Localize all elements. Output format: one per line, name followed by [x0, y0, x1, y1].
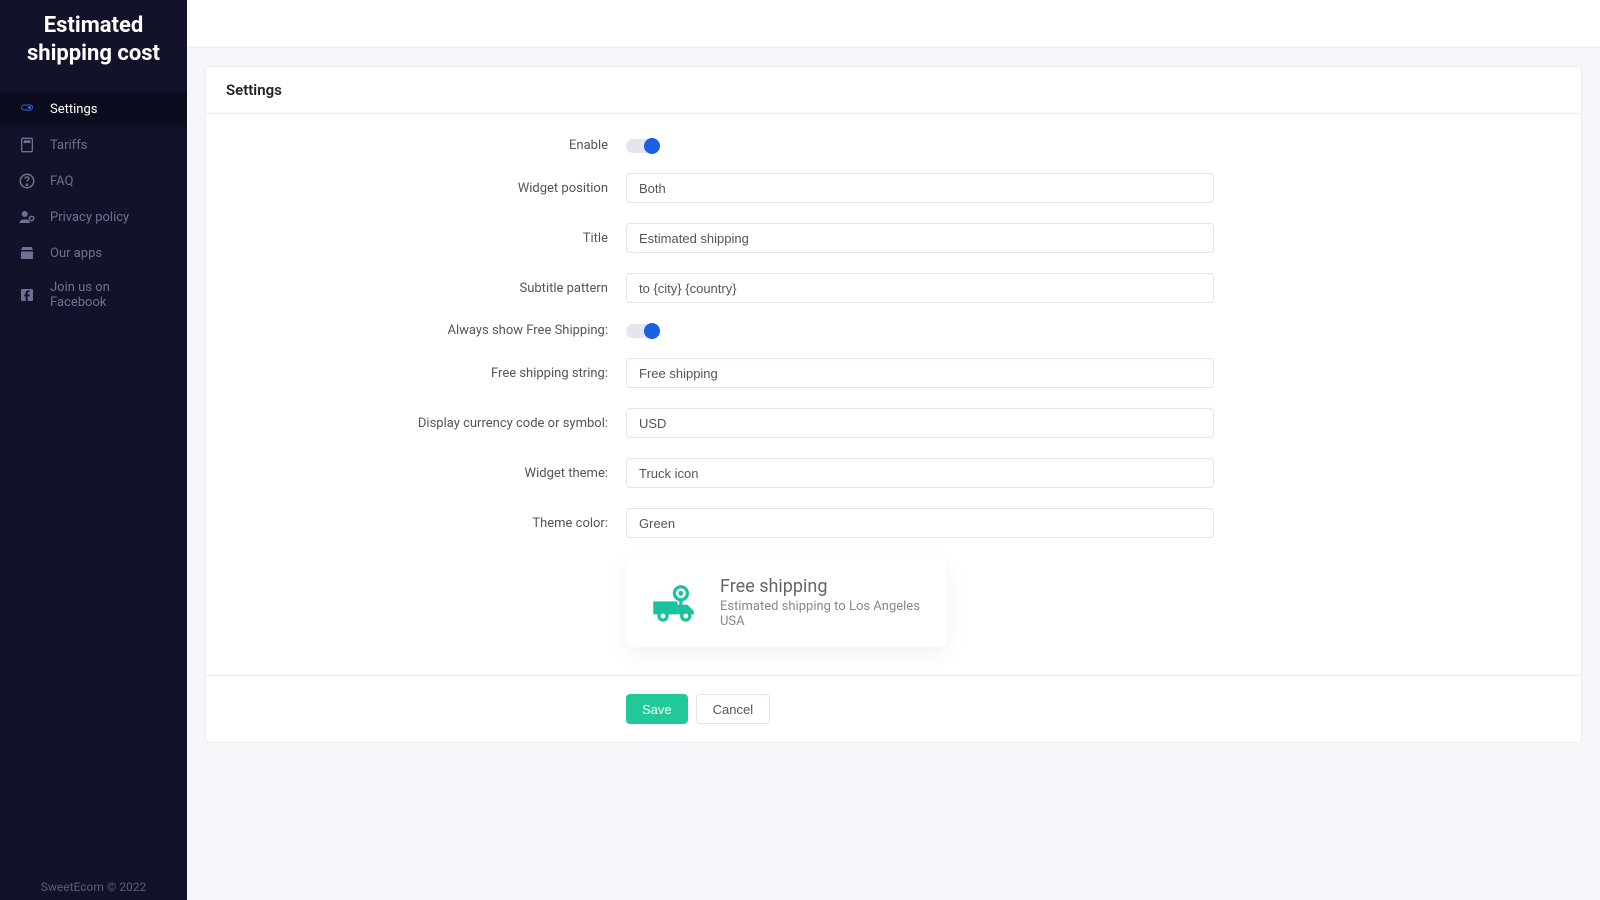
row-enable: Enable	[226, 138, 1561, 153]
form: Enable Widget position Title Subtitle pa…	[206, 114, 1581, 675]
cancel-button[interactable]: Cancel	[696, 694, 770, 724]
always-free-toggle[interactable]	[626, 324, 656, 338]
row-free-string: Free shipping string:	[226, 358, 1561, 388]
sidebar-item-tariffs[interactable]: Tariffs	[0, 127, 187, 163]
title-input[interactable]	[626, 223, 1214, 253]
card-footer: Save Cancel	[206, 675, 1581, 742]
sidebar-item-label: Join us on Facebook	[50, 280, 169, 310]
sidebar-item-label: Settings	[50, 102, 97, 117]
sidebar-item-apps[interactable]: Our apps	[0, 235, 187, 271]
title-label: Title	[226, 231, 626, 246]
subtitle-input[interactable]	[626, 273, 1214, 303]
app-title: Estimated shipping cost	[0, 0, 187, 91]
color-label: Theme color:	[226, 516, 626, 531]
row-title: Title	[226, 223, 1561, 253]
sidebar: Estimated shipping cost Settings Tariffs…	[0, 0, 187, 900]
preview-subtitle: Estimated shipping to Los Angeles USA	[720, 599, 922, 629]
sidebar-footer: SweetEcom © 2022	[0, 880, 187, 894]
color-input[interactable]	[626, 508, 1214, 538]
save-button[interactable]: Save	[626, 694, 688, 724]
row-widget-position: Widget position	[226, 173, 1561, 203]
free-string-input[interactable]	[626, 358, 1214, 388]
subtitle-label: Subtitle pattern	[226, 281, 626, 296]
settings-card: Settings Enable Widget position Title Su…	[205, 66, 1582, 743]
apps-icon	[18, 244, 36, 262]
enable-label: Enable	[226, 138, 626, 153]
sidebar-item-label: Our apps	[50, 246, 102, 261]
enable-toggle[interactable]	[626, 139, 656, 153]
sidebar-item-settings[interactable]: Settings	[0, 91, 187, 127]
row-theme: Widget theme:	[226, 458, 1561, 488]
always-free-label: Always show Free Shipping:	[226, 323, 626, 338]
topbar	[187, 0, 1600, 48]
currency-label: Display currency code or symbol:	[226, 416, 626, 431]
facebook-icon	[18, 286, 36, 304]
sidebar-item-privacy[interactable]: Privacy policy	[0, 199, 187, 235]
calc-icon	[18, 136, 36, 154]
theme-label: Widget theme:	[226, 466, 626, 481]
row-color: Theme color:	[226, 508, 1561, 538]
row-always-free: Always show Free Shipping:	[226, 323, 1561, 338]
row-currency: Display currency code or symbol:	[226, 408, 1561, 438]
row-subtitle: Subtitle pattern	[226, 273, 1561, 303]
preview-title: Free shipping	[720, 576, 922, 597]
sidebar-item-label: FAQ	[50, 174, 73, 189]
content: Settings Enable Widget position Title Su…	[187, 48, 1600, 900]
help-icon	[18, 172, 36, 190]
sidebar-item-faq[interactable]: FAQ	[0, 163, 187, 199]
sidebar-item-label: Tariffs	[50, 138, 87, 153]
preview-text: Free shipping Estimated shipping to Los …	[720, 576, 922, 629]
sidebar-item-facebook[interactable]: Join us on Facebook	[0, 271, 187, 319]
widget-position-input[interactable]	[626, 173, 1214, 203]
currency-input[interactable]	[626, 408, 1214, 438]
preview-row: Free shipping Estimated shipping to Los …	[226, 558, 1561, 647]
widget-position-label: Widget position	[226, 181, 626, 196]
theme-input[interactable]	[626, 458, 1214, 488]
privacy-icon	[18, 208, 36, 226]
truck-icon	[650, 579, 702, 627]
toggle-icon	[18, 100, 36, 118]
preview-card: Free shipping Estimated shipping to Los …	[626, 558, 946, 647]
main: Settings Enable Widget position Title Su…	[187, 0, 1600, 900]
sidebar-item-label: Privacy policy	[50, 210, 129, 225]
free-string-label: Free shipping string:	[226, 366, 626, 381]
page-title: Settings	[206, 67, 1581, 114]
